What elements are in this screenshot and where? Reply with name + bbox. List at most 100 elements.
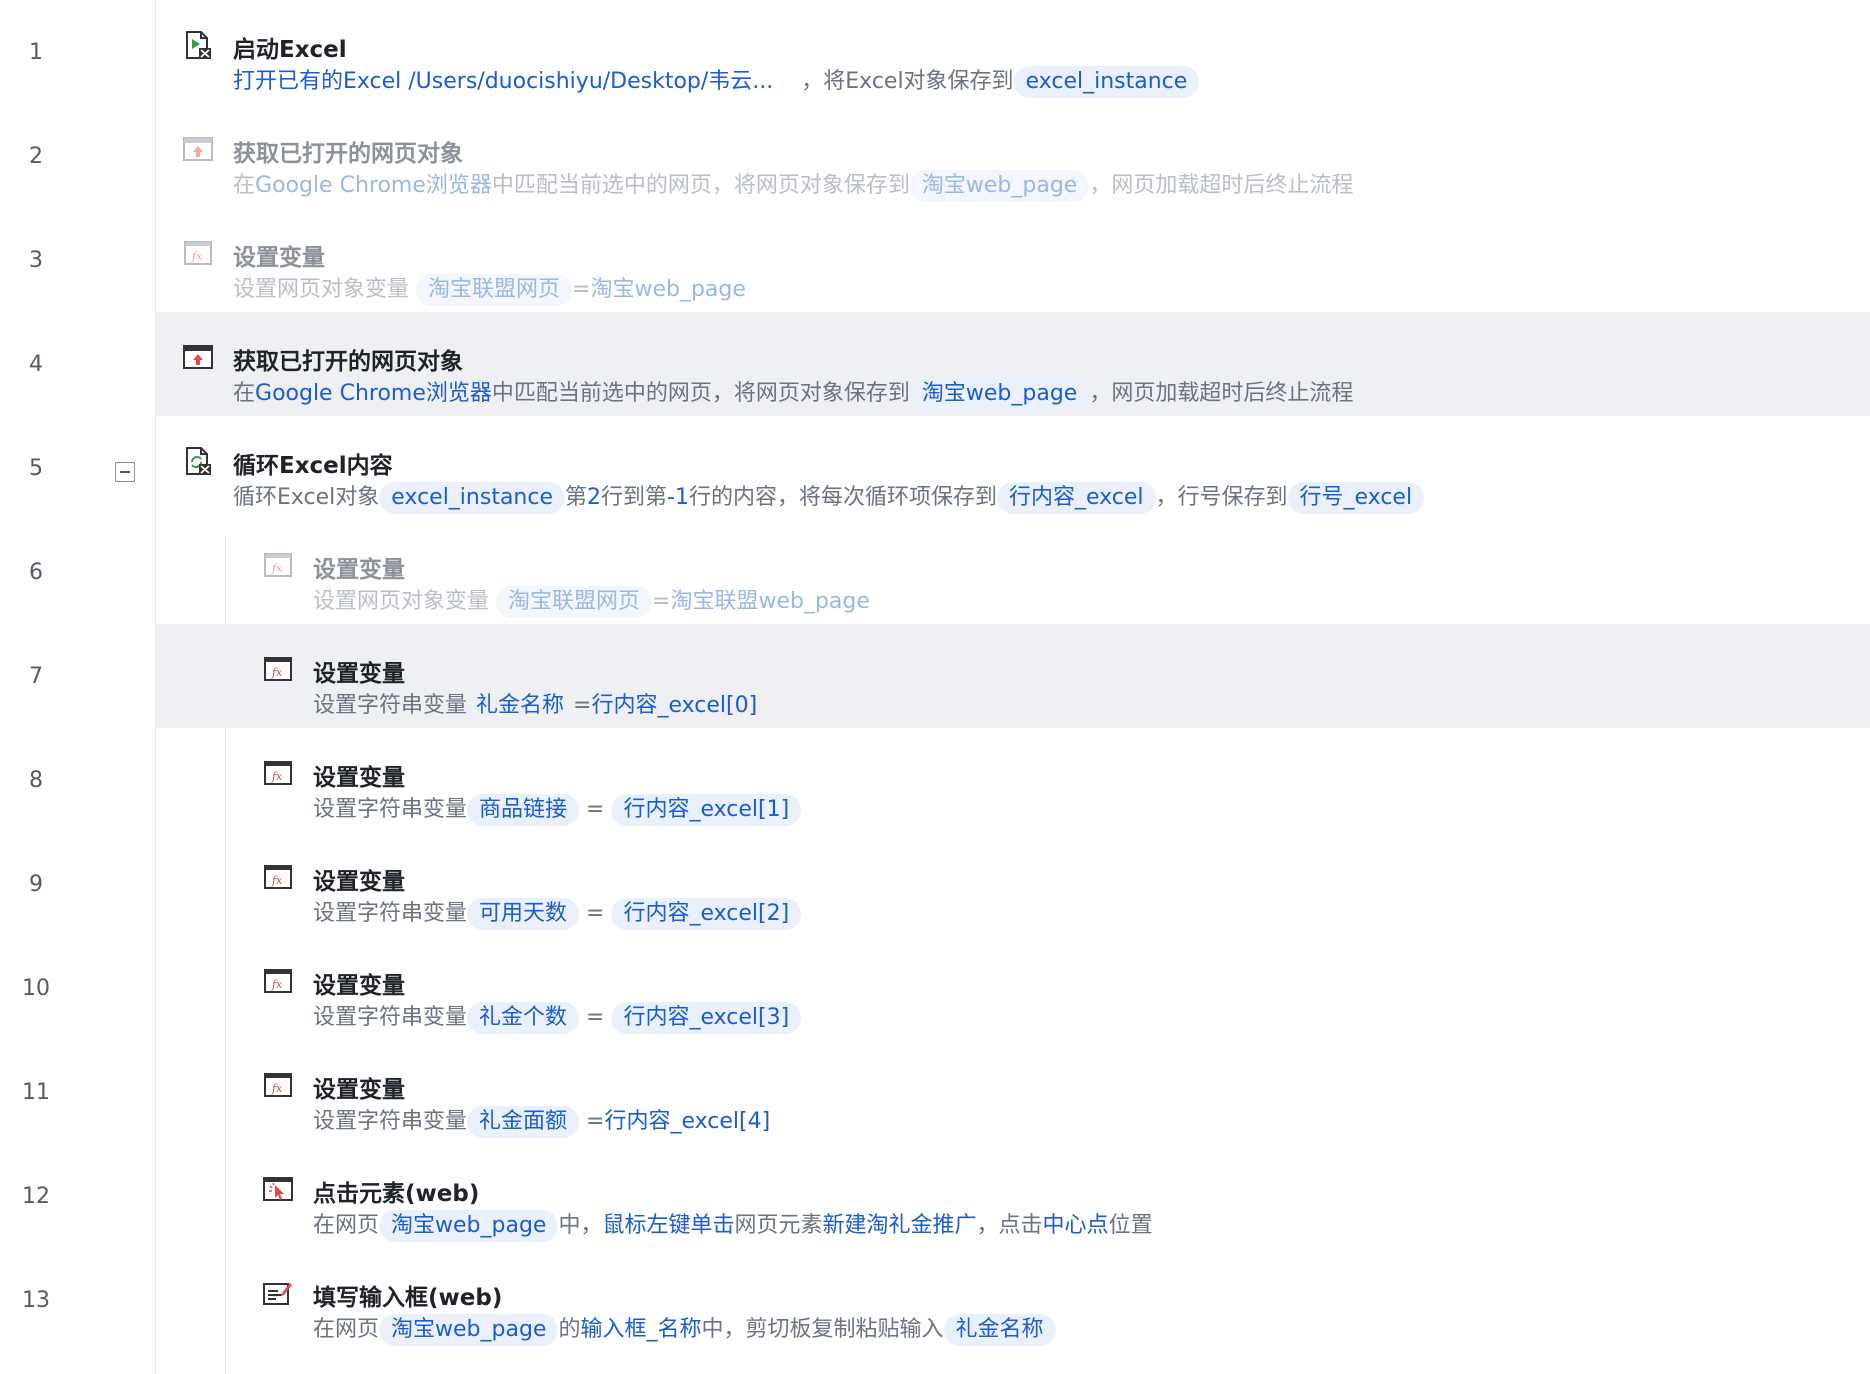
line-number: 11 xyxy=(22,1080,50,1105)
desc-text: 在网页 xyxy=(313,1213,380,1238)
desc-text: = xyxy=(586,797,605,822)
browser-link[interactable]: Google Chrome浏览器 xyxy=(255,173,492,198)
desc-text: 的 xyxy=(558,1317,581,1342)
step-title: 循环Excel内容 xyxy=(233,453,393,479)
flow-row-11[interactable]: 11 fx 设置变量 设置字符串变量 礼金面额 =行内容_excel[4] xyxy=(0,1040,1870,1144)
svg-text:fx: fx xyxy=(271,978,283,991)
desc-text: ，行号保存到 xyxy=(1155,485,1288,510)
flow-row-3[interactable]: 3 fx 设置变量 设置网页对象变量 淘宝联盟网页 =淘宝web_page xyxy=(0,208,1870,312)
fx-variable-icon: fx xyxy=(263,654,293,684)
desc-text: 设置字符串变量 xyxy=(313,901,468,926)
variable-tag[interactable]: 商品链接 xyxy=(467,794,580,826)
variable-tag[interactable]: 行内容_excel[2] xyxy=(611,898,802,930)
fill-input-icon xyxy=(263,1278,293,1308)
step-title: 设置变量 xyxy=(313,973,405,999)
collapse-toggle-icon[interactable] xyxy=(115,462,135,482)
flow-row-7[interactable]: 7 fx 设置变量 设置字符串变量 礼金名称 =行内容_excel[0] xyxy=(0,624,1870,728)
click-position-link[interactable]: 中心点 xyxy=(1043,1213,1109,1238)
fx-variable-icon: fx xyxy=(183,238,213,268)
variable-tag[interactable]: 礼金名称 xyxy=(474,690,566,722)
step-description: 循环Excel对象 excel_instance 第2行到第-1行的内容，将每次循环… xyxy=(233,482,1425,514)
variable-link[interactable]: 淘宝web_page xyxy=(590,277,745,302)
variable-tag[interactable]: 行号_excel xyxy=(1287,482,1425,514)
variable-tag[interactable]: 淘宝web_page xyxy=(379,1314,559,1346)
variable-tag[interactable]: excel_instance xyxy=(379,482,566,514)
flow-row-4[interactable]: 4 获取已打开的网页对象 在Google Chrome浏览器中匹配当前选中的网页… xyxy=(0,312,1870,416)
browser-link[interactable]: Google Chrome浏览器 xyxy=(255,381,492,406)
desc-text: 位置 xyxy=(1108,1213,1153,1238)
flow-row-13[interactable]: 13 填写输入框(web) 在网页 淘宝web_page 的输入框_名称中，剪切板复… xyxy=(0,1248,1870,1352)
variable-tag[interactable]: 行内容_excel xyxy=(997,482,1156,514)
variable-link[interactable]: 行内容_excel[4] xyxy=(604,1109,770,1134)
step-title: 设置变量 xyxy=(233,245,325,271)
flow-row-5[interactable]: 5 循环Excel内容 循环Excel对象 excel_instance 第2行到第… xyxy=(0,416,1870,520)
variable-tag[interactable]: 礼金面额 xyxy=(467,1106,580,1138)
variable-tag[interactable]: 淘宝联盟网页 xyxy=(496,586,653,618)
flow-row-6[interactable]: 6 fx 设置变量 设置网页对象变量 淘宝联盟网页 =淘宝联盟web_page xyxy=(0,520,1870,624)
line-number: 8 xyxy=(29,768,43,793)
desc-text: = xyxy=(586,1005,605,1030)
variable-tag[interactable]: 行内容_excel[3] xyxy=(611,1002,802,1034)
desc-text: 中匹配当前选中的网页，将网页对象保存到 xyxy=(491,173,910,198)
line-number: 13 xyxy=(22,1288,50,1313)
step-description: 在Google Chrome浏览器中匹配当前选中的网页，将网页对象保存到 淘宝we… xyxy=(233,170,1353,202)
excel-loop-icon xyxy=(183,446,213,476)
desc-text: 第 xyxy=(565,485,588,510)
end-row-value[interactable]: -1 xyxy=(667,485,689,510)
flow-row-1[interactable]: 1 启动Excel 打开已有的Excel /Users/duocishiyu/D… xyxy=(0,0,1870,104)
variable-link[interactable]: 行内容_excel[0] xyxy=(591,693,757,718)
click-type-link[interactable]: 鼠标左键单击 xyxy=(602,1213,734,1238)
desc-text: 行到第 xyxy=(601,485,668,510)
step-description: 在网页 淘宝web_page 的输入框_名称中，剪切板复制粘贴输入 礼金名称 xyxy=(313,1314,1056,1346)
flow-row-9[interactable]: 9 fx 设置变量 设置字符串变量 可用天数 = 行内容_excel[2] xyxy=(0,832,1870,936)
step-title: 启动Excel xyxy=(233,37,347,63)
variable-tag[interactable]: 礼金名称 xyxy=(943,1314,1056,1346)
variable-tag[interactable]: 淘宝web_page xyxy=(909,378,1090,410)
click-element-icon xyxy=(263,1174,293,1204)
desc-text: 中，剪切板复制粘贴输入 xyxy=(701,1317,944,1342)
variable-tag[interactable]: 淘宝联盟网页 xyxy=(416,274,573,306)
variable-tag[interactable]: excel_instance xyxy=(1013,66,1200,98)
start-row-value[interactable]: 2 xyxy=(587,485,601,510)
desc-text: 设置网页对象变量 xyxy=(233,277,410,302)
desc-text: 在 xyxy=(233,173,256,198)
fx-variable-icon: fx xyxy=(263,758,293,788)
element-link[interactable]: 新建淘礼金推广 xyxy=(823,1213,977,1238)
fx-variable-icon: fx xyxy=(263,1070,293,1100)
variable-tag[interactable]: 可用天数 xyxy=(467,898,580,930)
desc-text: = xyxy=(652,589,671,614)
step-description: 打开已有的Excel /Users/duocishiyu/Desktop/韦云.… xyxy=(233,66,1200,98)
step-description: 设置字符串变量 可用天数 = 行内容_excel[2] xyxy=(313,898,802,930)
desc-text: 中， xyxy=(558,1213,603,1238)
desc-text: = xyxy=(573,693,592,718)
variable-tag[interactable]: 淘宝web_page xyxy=(379,1210,559,1242)
desc-text: = xyxy=(572,277,591,302)
desc-text: 中匹配当前选中的网页，将网页对象保存到 xyxy=(491,381,910,406)
variable-tag[interactable]: 淘宝web_page xyxy=(909,170,1090,202)
step-description: 在Google Chrome浏览器中匹配当前选中的网页，将网页对象保存到 淘宝we… xyxy=(233,378,1353,410)
line-number: 4 xyxy=(29,352,43,377)
flow-row-12[interactable]: 12 点击元素(web) 在网页 淘宝web_page 中，鼠标左键单击网页元素新建… xyxy=(0,1144,1870,1248)
step-title: 设置变量 xyxy=(313,661,405,687)
desc-text: ，点击 xyxy=(976,1213,1043,1238)
fx-variable-icon: fx xyxy=(263,862,293,892)
desc-text: 设置字符串变量 xyxy=(313,693,468,718)
variable-link[interactable]: 淘宝联盟web_page xyxy=(670,589,869,614)
step-title: 设置变量 xyxy=(313,557,405,583)
flow-step-list: 1 启动Excel 打开已有的Excel /Users/duocishiyu/D… xyxy=(0,0,1870,1352)
flow-row-8[interactable]: 8 fx 设置变量 设置字符串变量 商品链接 = 行内容_excel[1] xyxy=(0,728,1870,832)
svg-text:fx: fx xyxy=(271,1082,283,1095)
fx-variable-icon: fx xyxy=(263,966,293,996)
flow-row-10[interactable]: 10 fx 设置变量 设置字符串变量 礼金个数 = 行内容_excel[3] xyxy=(0,936,1870,1040)
desc-text: ，网页加载超时后终止流程 xyxy=(1089,173,1354,198)
step-description: 设置字符串变量 礼金名称 =行内容_excel[0] xyxy=(313,690,757,722)
element-link[interactable]: 输入框_名称 xyxy=(580,1317,701,1342)
line-number: 12 xyxy=(22,1184,50,1209)
variable-tag[interactable]: 行内容_excel[1] xyxy=(611,794,802,826)
line-number: 3 xyxy=(29,248,43,273)
excel-file-path[interactable]: 打开已有的Excel /Users/duocishiyu/Desktop/韦云.… xyxy=(233,69,773,94)
web-page-icon xyxy=(183,134,213,164)
flow-row-2[interactable]: 2 获取已打开的网页对象 在Google Chrome浏览器中匹配当前选中的网页… xyxy=(0,104,1870,208)
desc-text: 在网页 xyxy=(313,1317,380,1342)
variable-tag[interactable]: 礼金个数 xyxy=(467,1002,580,1034)
